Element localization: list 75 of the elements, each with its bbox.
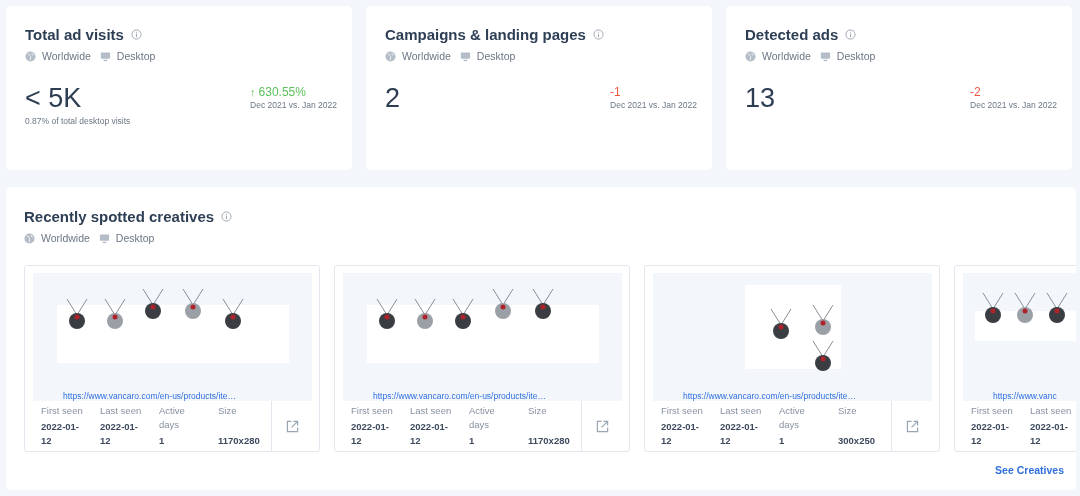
card-title: Detected ads (745, 25, 839, 43)
creative-card[interactable]: https://www.vancaro.com/en-us/products/ite… First seen 2022-01-12 Last seen 2022-01-12 Active days 1 Size 300x250 (644, 265, 940, 452)
panel-title: Recently spotted creatives (24, 207, 215, 225)
creative-card[interactable]: https://www.vancaro.com/en-us/products/ite… First seen 2022-01-12 Last seen 2022-01-12 Active days 1 Size 1170x280 (334, 265, 630, 452)
meta-label: Last seen (100, 404, 143, 418)
monitor-icon (98, 232, 110, 244)
creative-url-link[interactable]: https://www.vancaro.com/en-us/products/ite… (373, 391, 546, 401)
meta-value: 2022-01-12 (1030, 420, 1070, 448)
card-title: Total ad visits (25, 25, 124, 43)
meta-label: First seen (41, 404, 84, 418)
up-arrow-icon: ↑ (250, 86, 256, 98)
meta-label: First seen (971, 404, 1014, 418)
see-creatives-link[interactable]: See Creatives (995, 464, 1064, 476)
metric-value: 13 (745, 83, 776, 113)
meta-label: First seen (351, 404, 394, 418)
creative-card[interactable]: https://www.vanc First seen 2022-01-12 Last seen 2022-01-12 (954, 265, 1076, 452)
info-icon[interactable] (130, 28, 142, 40)
meta-value: 2022-01-12 (971, 420, 1011, 448)
metric-note: 0.87% of total desktop visits (25, 116, 131, 126)
meta-label: Last seen (410, 404, 453, 418)
meta-value: 2022-01-12 (100, 420, 140, 448)
meta-label: Last seen (1030, 404, 1073, 418)
metric-value: < 5K (25, 83, 83, 113)
comparison-period: Dec 2021 vs. Jan 2022 (250, 100, 337, 110)
comparison-period: Dec 2021 vs. Jan 2022 (610, 100, 697, 110)
meta-value: 300x250 (838, 434, 876, 448)
meta-label: First seen (661, 404, 704, 418)
meta-value: 1 (159, 434, 166, 448)
external-link-icon[interactable] (905, 419, 919, 433)
meta-value: 2022-01-12 (410, 420, 450, 448)
monitor-icon (459, 50, 471, 62)
change-value: -2 (970, 85, 981, 99)
meta-value: 1 (779, 434, 786, 448)
meta-value: 2022-01-12 (661, 420, 701, 448)
info-icon[interactable] (592, 28, 604, 40)
creative-url-link[interactable]: https://www.vancaro.com/en-us/products/ite… (683, 391, 856, 401)
device-label: Desktop (476, 50, 516, 62)
meta-label: Active days (469, 404, 496, 432)
monitor-icon (99, 50, 111, 62)
info-icon[interactable] (221, 210, 233, 222)
globe-icon (25, 50, 36, 62)
meta-label: Size (528, 404, 548, 418)
region-label: Worldwide (41, 232, 90, 244)
meta-label: Active days (159, 404, 186, 432)
change-value: 630.55% (258, 85, 306, 99)
external-link-icon[interactable] (595, 419, 609, 433)
external-link-icon[interactable] (285, 419, 299, 433)
meta-value: 1170x280 (218, 434, 261, 448)
meta-label: Last seen (720, 404, 763, 418)
meta-value: 2022-01-12 (41, 420, 81, 448)
meta-value: 2022-01-12 (351, 420, 391, 448)
card-title: Campaigns & landing pages (385, 25, 586, 43)
globe-icon (385, 50, 396, 62)
meta-value: 1 (469, 434, 476, 448)
region-label: Worldwide (762, 50, 811, 62)
metric-value: 2 (385, 83, 401, 113)
region-label: Worldwide (42, 50, 91, 62)
device-label: Desktop (116, 50, 156, 62)
globe-icon (24, 232, 35, 244)
creative-url-link[interactable]: https://www.vanc (993, 391, 1057, 401)
info-icon[interactable] (845, 28, 857, 40)
creative-url-link[interactable]: https://www.vancaro.com/en-us/products/ite… (63, 391, 236, 401)
meta-value: 1170x280 (528, 434, 571, 448)
meta-label: Size (838, 404, 858, 418)
globe-icon (745, 50, 756, 62)
region-label: Worldwide (402, 50, 451, 62)
creative-card[interactable]: https://www.vancaro.com/en-us/products/ite… First seen 2022-01-12 Last seen 2022-01-12 Active days 1 Size 1170x280 (24, 265, 320, 452)
meta-label: Size (218, 404, 238, 418)
change-value: -1 (610, 85, 621, 99)
meta-value: 2022-01-12 (720, 420, 760, 448)
device-label: Desktop (115, 232, 155, 244)
monitor-icon (819, 50, 831, 62)
device-label: Desktop (836, 50, 876, 62)
meta-label: Active days (779, 404, 806, 432)
comparison-period: Dec 2021 vs. Jan 2022 (970, 100, 1057, 110)
